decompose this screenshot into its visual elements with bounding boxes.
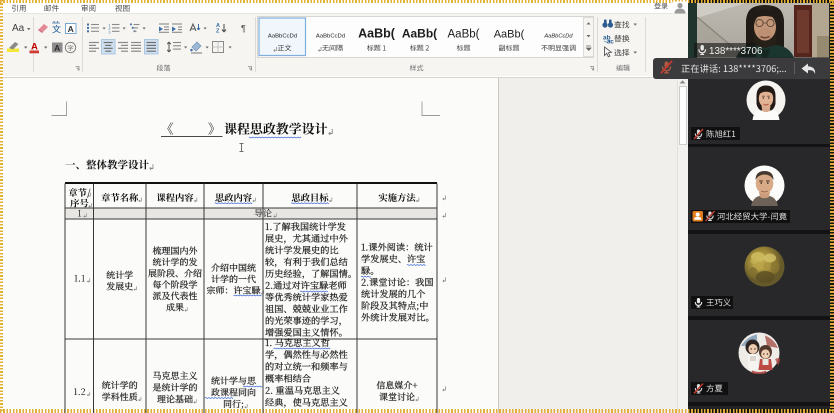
svg-text:3: 3 [109, 30, 111, 34]
svg-text:138****3706: 138****3706 [709, 46, 763, 57]
svg-text:AaBbCcDd: AaBbCcDd [543, 34, 573, 40]
svg-text:AaBbCcDd: AaBbCcDd [316, 34, 345, 40]
svg-text:A: A [54, 43, 60, 53]
svg-text:AaBb(: AaBb( [402, 27, 437, 41]
svg-text:ac: ac [607, 40, 614, 46]
svg-text:Z: Z [216, 29, 220, 35]
svg-text:¶: ¶ [241, 24, 246, 34]
svg-text:AaBb(: AaBb( [358, 27, 396, 41]
svg-text:AaBb(: AaBb( [448, 29, 480, 41]
svg-text:Aa: Aa [12, 23, 25, 34]
svg-text:AaBb(: AaBb( [494, 29, 525, 41]
svg-text:A: A [68, 24, 74, 34]
svg-text:AaBbCcDd: AaBbCcDd [268, 34, 297, 40]
